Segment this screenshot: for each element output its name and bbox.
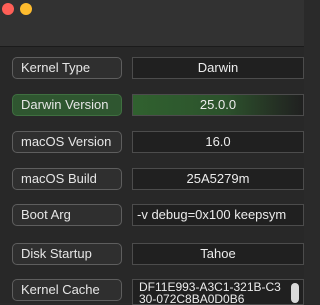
row-darwin-version: Darwin Version 25.0.0 (12, 94, 304, 118)
minimize-window-button[interactable] (20, 3, 32, 15)
macos-build-label[interactable]: macOS Build (12, 168, 122, 190)
row-disk-startup: Disk Startup Tahoe (12, 243, 304, 267)
kernel-cache-text: DF11E993-A3C1-321B-C330-072C8BA0D0B6 (139, 280, 281, 305)
close-window-button[interactable] (2, 3, 14, 15)
window-titlebar (0, 0, 304, 47)
boot-arg-label[interactable]: Boot Arg (12, 204, 122, 226)
row-macos-build: macOS Build 25A5279m (12, 168, 304, 192)
row-macos-version: macOS Version 16.0 (12, 131, 304, 155)
system-info-panel: Kernel Type Darwin Darwin Version 25.0.0… (0, 47, 304, 305)
disk-startup-label[interactable]: Disk Startup (12, 243, 122, 265)
macos-build-value: 25A5279m (132, 168, 304, 190)
boot-arg-value: -v debug=0x100 keepsym (132, 204, 304, 226)
macos-version-label[interactable]: macOS Version (12, 131, 122, 153)
row-kernel-type: Kernel Type Darwin (12, 57, 304, 81)
kernel-type-label[interactable]: Kernel Type (12, 57, 122, 79)
kernel-cache-scrollbar[interactable] (291, 283, 299, 303)
darwin-version-label[interactable]: Darwin Version (12, 94, 122, 116)
kernel-cache-label[interactable]: Kernel Cache (12, 279, 122, 301)
kernel-type-value: Darwin (132, 57, 304, 79)
darwin-version-value: 25.0.0 (132, 94, 304, 116)
disk-startup-value: Tahoe (132, 243, 304, 265)
macos-version-value: 16.0 (132, 131, 304, 153)
row-kernel-cache: Kernel Cache DF11E993-A3C1-321B-C330-072… (12, 279, 304, 305)
kernel-cache-value: DF11E993-A3C1-321B-C330-072C8BA0D0B6 (132, 279, 304, 305)
row-boot-arg: Boot Arg -v debug=0x100 keepsym (12, 204, 304, 228)
